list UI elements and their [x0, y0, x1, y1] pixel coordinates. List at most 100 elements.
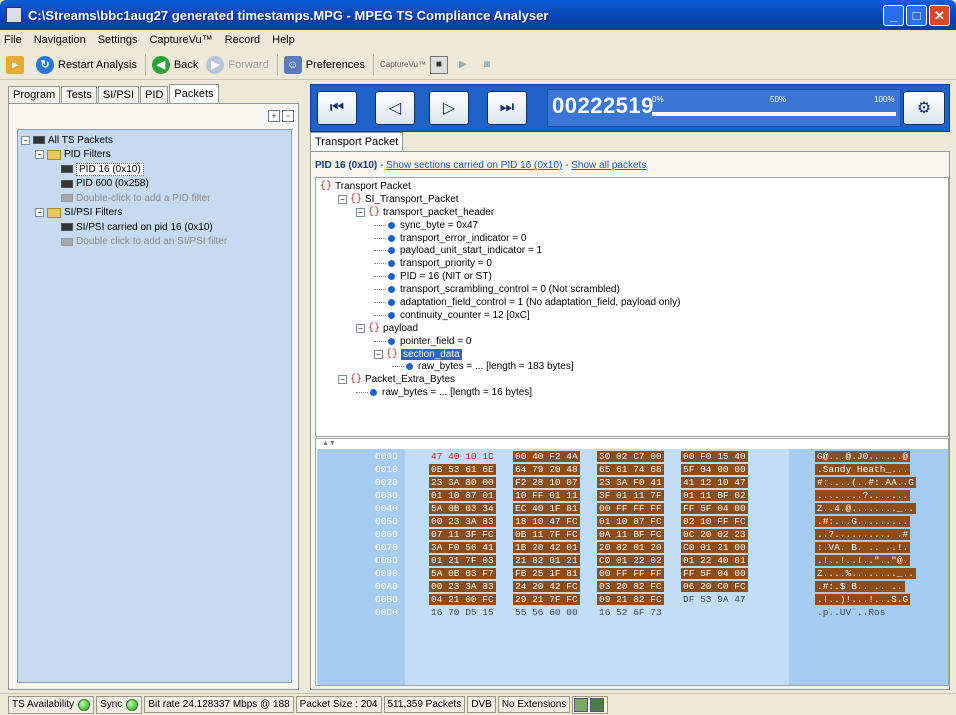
tree-item-add-pid-filter[interactable]: Double-click to add a PID filter: [21, 191, 288, 206]
collapse-icon[interactable]: −: [35, 208, 44, 218]
hex-byte-group[interactable]: FF 5F 04 00: [681, 503, 748, 514]
hex-ascii[interactable]: .#:.$ B.. .. ..: [815, 581, 905, 592]
first-packet-button[interactable]: ⏮: [317, 91, 357, 125]
structure-node[interactable]: −{} transport_packet_header: [320, 206, 944, 219]
hex-byte-group[interactable]: 3F 01 11 7F: [597, 490, 664, 501]
hex-byte-group[interactable]: 00 F0 15 40: [681, 451, 748, 462]
recorder-icon[interactable]: [590, 697, 605, 712]
hex-byte-group[interactable]: F2 28 10 07: [513, 477, 580, 488]
structure-node[interactable]: transport_scrambling_control = 0 (Not sc…: [320, 283, 944, 296]
hex-byte-group[interactable]: 1B 20 42 01: [513, 542, 580, 553]
collapse-icon[interactable]: −: [356, 207, 365, 217]
structure-node[interactable]: −{} Packet_Extra_Bytes: [320, 373, 944, 386]
capturevu-camera-icon[interactable]: ◙: [478, 56, 496, 74]
hex-ascii[interactable]: #:....(..#:.AA..G: [815, 477, 916, 488]
tree-item-pid600[interactable]: PID 600 (0x258): [21, 177, 288, 192]
hex-ascii[interactable]: .!..!..!..".."@.: [815, 555, 911, 566]
hex-byte-group[interactable]: 65 61 74 68: [597, 464, 664, 475]
tab-sipsi[interactable]: SI/PSI: [97, 86, 140, 103]
hex-byte-group[interactable]: 18 10 47 FC: [513, 516, 580, 527]
hex-byte-group[interactable]: 0B 11 7F FC: [513, 529, 580, 540]
show-sections-link[interactable]: Show sections carried on PID 16 (0x10): [386, 160, 562, 171]
hex-byte-group[interactable]: 5A 0B 03 34: [429, 503, 496, 514]
tree-item-sipsi-pid16[interactable]: SI/PSI carried on pid 16 (0x10): [21, 220, 288, 235]
hex-ascii[interactable]: .!..)!...!...S.G: [815, 594, 911, 605]
hex-byte-group[interactable]: 03 20 82 FC: [597, 581, 664, 592]
hex-byte-group[interactable]: 5F 04 00 00: [681, 464, 748, 475]
tab-transport-packet[interactable]: Transport Packet: [310, 132, 404, 151]
hex-byte-group[interactable]: 16 52 6F 73: [597, 607, 664, 618]
collapse-icon[interactable]: −: [374, 349, 383, 359]
expand-all-button[interactable]: +: [268, 110, 280, 122]
forward-button[interactable]: ▶ Forward: [206, 55, 269, 74]
hex-byte-group[interactable]: 01 10 87 01: [429, 490, 496, 501]
hex-byte-group[interactable]: 00 FF FF FF: [597, 568, 664, 579]
capturevu-record-icon[interactable]: ■: [429, 55, 448, 74]
tree-item-pid16[interactable]: PID 16 (0x10): [21, 162, 288, 177]
hex-byte-group[interactable]: 01 21 7F 03: [429, 555, 496, 566]
tree-item-all-ts-packets[interactable]: − All TS Packets: [21, 133, 288, 148]
hex-byte-group[interactable]: 01 11 BF 02: [681, 490, 748, 501]
hex-byte-group[interactable]: 09 21 82 FC: [597, 594, 664, 605]
hex-byte-group[interactable]: 01 22 40 01: [681, 555, 748, 566]
structure-node[interactable]: continuity_counter = 12 [0xC]: [320, 309, 944, 322]
hex-byte-group[interactable]: 20 82 01 20: [597, 542, 664, 553]
structure-node[interactable]: transport_priority = 0: [320, 257, 944, 270]
hex-ascii[interactable]: Z..4.@........_..: [815, 503, 916, 514]
menu-help[interactable]: Help: [272, 34, 295, 46]
collapse-icon[interactable]: −: [356, 323, 365, 333]
hex-byte-group[interactable]: 06 20 C0 FC: [681, 581, 748, 592]
hex-byte-group[interactable]: 64 79 20 48: [513, 464, 580, 475]
structure-node[interactable]: payload_unit_start_indicator = 1: [320, 244, 944, 257]
tab-tests[interactable]: Tests: [61, 86, 97, 103]
tab-pid[interactable]: PID: [140, 86, 169, 103]
splitter-handle[interactable]: ▲▼: [322, 440, 336, 447]
close-button[interactable]: ✕: [929, 5, 950, 26]
capturevu-play-icon[interactable]: ▶: [454, 56, 472, 74]
menu-capturevu[interactable]: CaptureVu™: [149, 34, 212, 46]
previous-packet-button[interactable]: ◁: [375, 91, 415, 125]
tab-packets[interactable]: Packets: [169, 84, 219, 103]
hex-byte-group[interactable]: 00 23 3A 83: [429, 581, 496, 592]
structure-node[interactable]: adaptation_field_control = 1 (No adaptat…: [320, 296, 944, 309]
structure-node[interactable]: transport_error_indicator = 0: [320, 232, 944, 245]
hex-ascii[interactable]: .Sandy Heath_...: [815, 464, 911, 475]
last-packet-button[interactable]: ⏭: [487, 91, 527, 125]
next-packet-button[interactable]: ▷: [429, 91, 469, 125]
menu-record[interactable]: Record: [225, 34, 260, 46]
hex-byte-group[interactable]: 00 23 3A 83: [429, 516, 496, 527]
menu-settings[interactable]: Settings: [98, 34, 138, 46]
collapse-icon[interactable]: −: [21, 135, 30, 145]
player-settings-button[interactable]: ⚙: [903, 91, 945, 125]
structure-node[interactable]: −{} section_data: [320, 348, 944, 361]
structure-node[interactable]: raw_bytes = ... [length = 16 bytes]: [320, 386, 944, 399]
structure-node[interactable]: −{} SI_Transport_Packet: [320, 193, 944, 206]
hex-byte-group[interactable]: 3A F0 56 41: [429, 542, 496, 553]
maximize-button[interactable]: □: [906, 5, 927, 26]
collapse-icon[interactable]: −: [338, 194, 347, 204]
hex-ascii[interactable]: .#:...G.........: [815, 516, 911, 527]
structure-node[interactable]: sync_byte = 0x47: [320, 219, 944, 232]
structure-node[interactable]: raw_bytes = ... [length = 183 bytes]: [320, 360, 944, 373]
progress-slider[interactable]: [652, 112, 896, 116]
tree-item-pid-filters[interactable]: − PID Filters: [21, 148, 288, 163]
hex-ascii[interactable]: G@...@.J0......@: [815, 451, 911, 462]
minimize-button[interactable]: _: [883, 5, 904, 26]
hex-ascii[interactable]: .p..UV`..Ros: [815, 607, 887, 618]
open-button[interactable]: ▸: [6, 55, 28, 74]
structure-node[interactable]: PID = 16 (NIT or ST): [320, 270, 944, 283]
hex-byte-group[interactable]: 29 21 7F FC: [513, 594, 580, 605]
restart-analysis-button[interactable]: ↻ Restart Analysis: [36, 55, 137, 74]
hex-byte-group[interactable]: 24 20 42 FC: [513, 581, 580, 592]
menu-file[interactable]: File: [4, 34, 22, 46]
hex-byte-group[interactable]: FB 25 1F 81: [513, 568, 580, 579]
collapse-icon[interactable]: −: [35, 150, 44, 160]
structure-node[interactable]: −{} payload: [320, 322, 944, 335]
hex-byte-group[interactable]: 5A 0B 03 F7: [429, 568, 496, 579]
table-icon[interactable]: [574, 697, 589, 712]
tree-item-add-sipsi-filter[interactable]: Double click to add an SI/PSI filter: [21, 235, 288, 250]
hex-byte-group[interactable]: 10 FF 01 11: [513, 490, 580, 501]
hex-byte-group[interactable]: 0C 20 02 23: [681, 529, 748, 540]
hex-byte-group[interactable]: 23 3A F0 41: [597, 477, 664, 488]
menu-navigation[interactable]: Navigation: [34, 34, 86, 46]
